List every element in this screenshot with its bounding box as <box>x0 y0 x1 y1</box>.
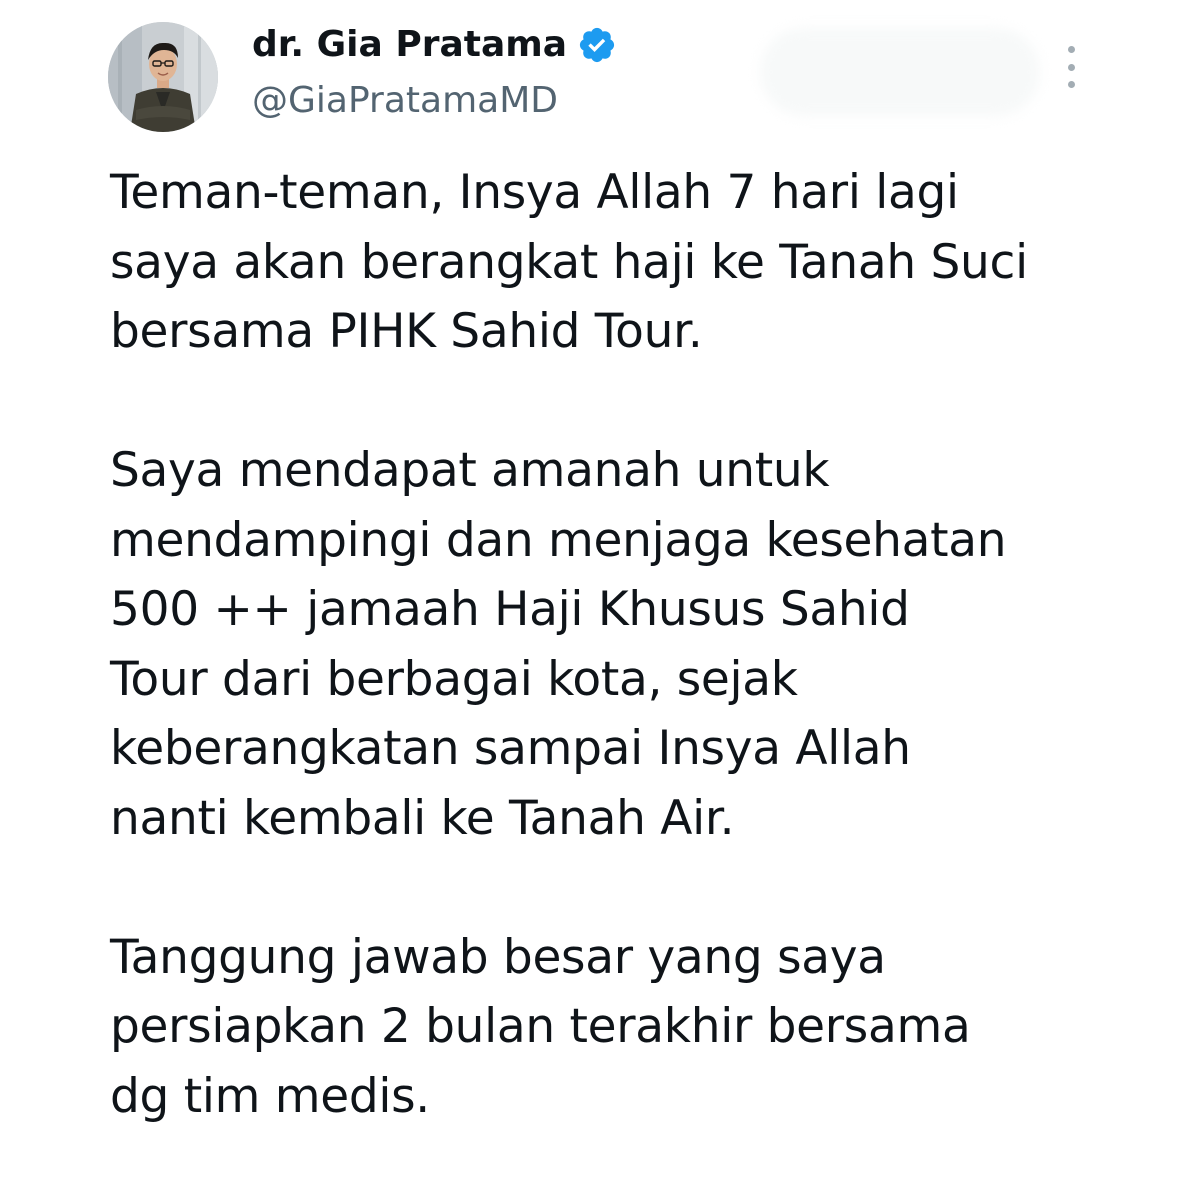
tweet-card: dr. Gia Pratama @GiaPratamaMD Teman-tema… <box>0 0 1200 1200</box>
tweet-line: saya akan berangkat haji ke Tanah Suci <box>110 234 1028 290</box>
tweet-line: nanti kembali ke Tanah Air. <box>110 790 735 846</box>
tweet-line: dg tim medis. <box>110 1068 430 1124</box>
avatar-photo <box>108 22 218 132</box>
more-vertical-icon-dot <box>1067 63 1075 71</box>
author-name-row[interactable]: dr. Gia Pratama <box>252 20 617 70</box>
tweet-line: Saya mendapat amanah untuk <box>110 443 830 498</box>
tweet-line: Tour dari berbagai kota, sejak <box>110 651 798 707</box>
tweet-line: keberangkatan sampai Insya Allah <box>110 721 911 776</box>
tweet-paragraph: Teman-teman, Insya Allah 7 hari lagi say… <box>110 158 1170 367</box>
display-name[interactable]: dr. Gia Pratama <box>252 20 567 70</box>
tweet-line: Tanggung jawab besar yang saya <box>110 929 886 985</box>
verified-badge-icon <box>579 27 615 63</box>
blurred-region <box>760 28 1040 116</box>
tweet-line: mendampingi dan menjaga kesehatan <box>110 512 1007 568</box>
more-vertical-icon-dot <box>1067 81 1075 88</box>
tweet-text: Teman-teman, Insya Allah 7 hari lagi say… <box>110 158 1170 1201</box>
tweet-line: 500 ++ jamaah Haji Khusus Sahid <box>110 582 910 637</box>
avatar[interactable] <box>108 22 218 132</box>
user-handle[interactable]: @GiaPratamaMD <box>252 76 558 126</box>
tweet-paragraph: Tanggung jawab besar yang saya persiapka… <box>110 923 1170 1132</box>
tweet-paragraph: Saya mendapat amanah untuk mendampingi d… <box>110 436 1170 853</box>
tweet-line: Teman-teman, Insya Allah 7 hari lagi <box>110 165 959 220</box>
more-vertical-icon <box>1067 46 1075 53</box>
tweet-line: persiapkan 2 bulan terakhir bersama <box>110 999 971 1054</box>
more-options-button[interactable] <box>1054 46 1088 88</box>
tweet-line: bersama PIHK Sahid Tour. <box>110 304 703 359</box>
